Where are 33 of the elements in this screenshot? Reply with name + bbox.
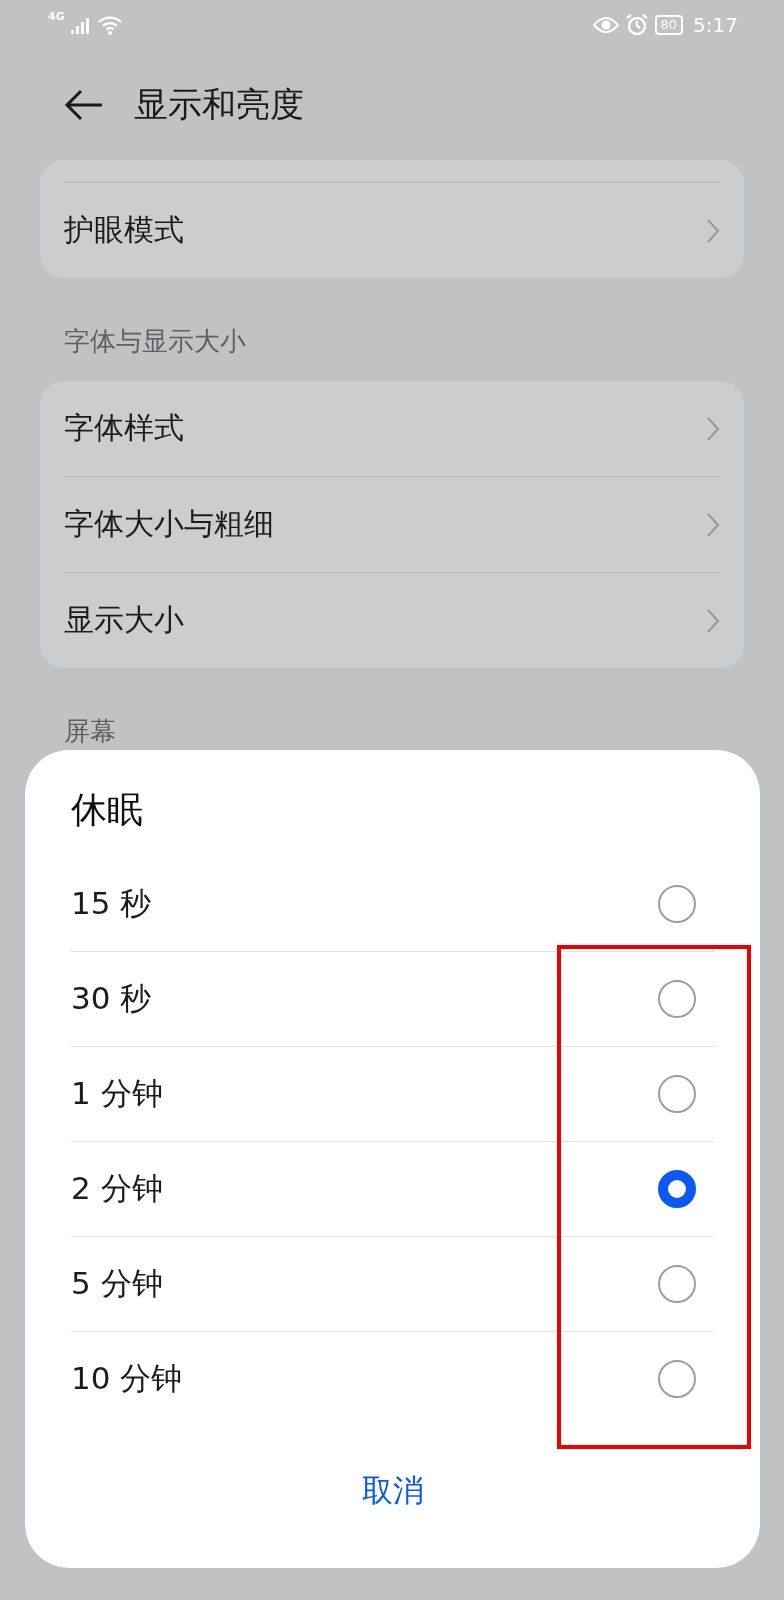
eye-icon [592, 16, 619, 34]
option-label: 10 分钟 [71, 1359, 183, 1398]
wifi-icon [96, 15, 123, 35]
signal-icon [70, 16, 91, 34]
settings-item[interactable]: 护眼模式 [64, 183, 720, 278]
radio-button[interactable] [658, 980, 696, 1018]
radio-button[interactable] [658, 1075, 696, 1113]
chevron-icon [706, 511, 720, 538]
section-header: 字体与显示大小 [63, 325, 247, 358]
settings-item[interactable]: 显示大小 [64, 572, 720, 668]
cancel-button[interactable]: 取消 [345, 1462, 440, 1520]
radio-button[interactable] [658, 885, 696, 923]
chevron-icon [706, 607, 720, 634]
option-label: 1 分钟 [71, 1074, 163, 1113]
alarm-clock-icon [624, 13, 649, 37]
dialog-title: 休眠 [71, 788, 144, 832]
page-title: 显示和亮度 [134, 83, 304, 126]
chevron-icon [706, 415, 720, 442]
radio-button[interactable] [658, 1265, 696, 1303]
settings-item[interactable]: 字体样式 [64, 381, 720, 476]
section-header: 屏幕 [63, 715, 117, 748]
settings-item[interactable]: 字体大小与粗细 [64, 476, 720, 572]
option-label: 5 分钟 [71, 1264, 163, 1303]
chevron-icon [706, 217, 720, 244]
battery-level: 80 [654, 15, 684, 35]
network-type: 4G [48, 10, 65, 23]
radio-button[interactable] [658, 1170, 696, 1208]
back-arrow-icon[interactable] [64, 88, 104, 122]
option-label: 2 分钟 [71, 1169, 163, 1208]
radio-button[interactable] [658, 1360, 696, 1398]
clock-time: 5:17 [693, 13, 738, 37]
option-label: 30 秒 [71, 979, 152, 1018]
option-label: 15 秒 [71, 884, 152, 923]
